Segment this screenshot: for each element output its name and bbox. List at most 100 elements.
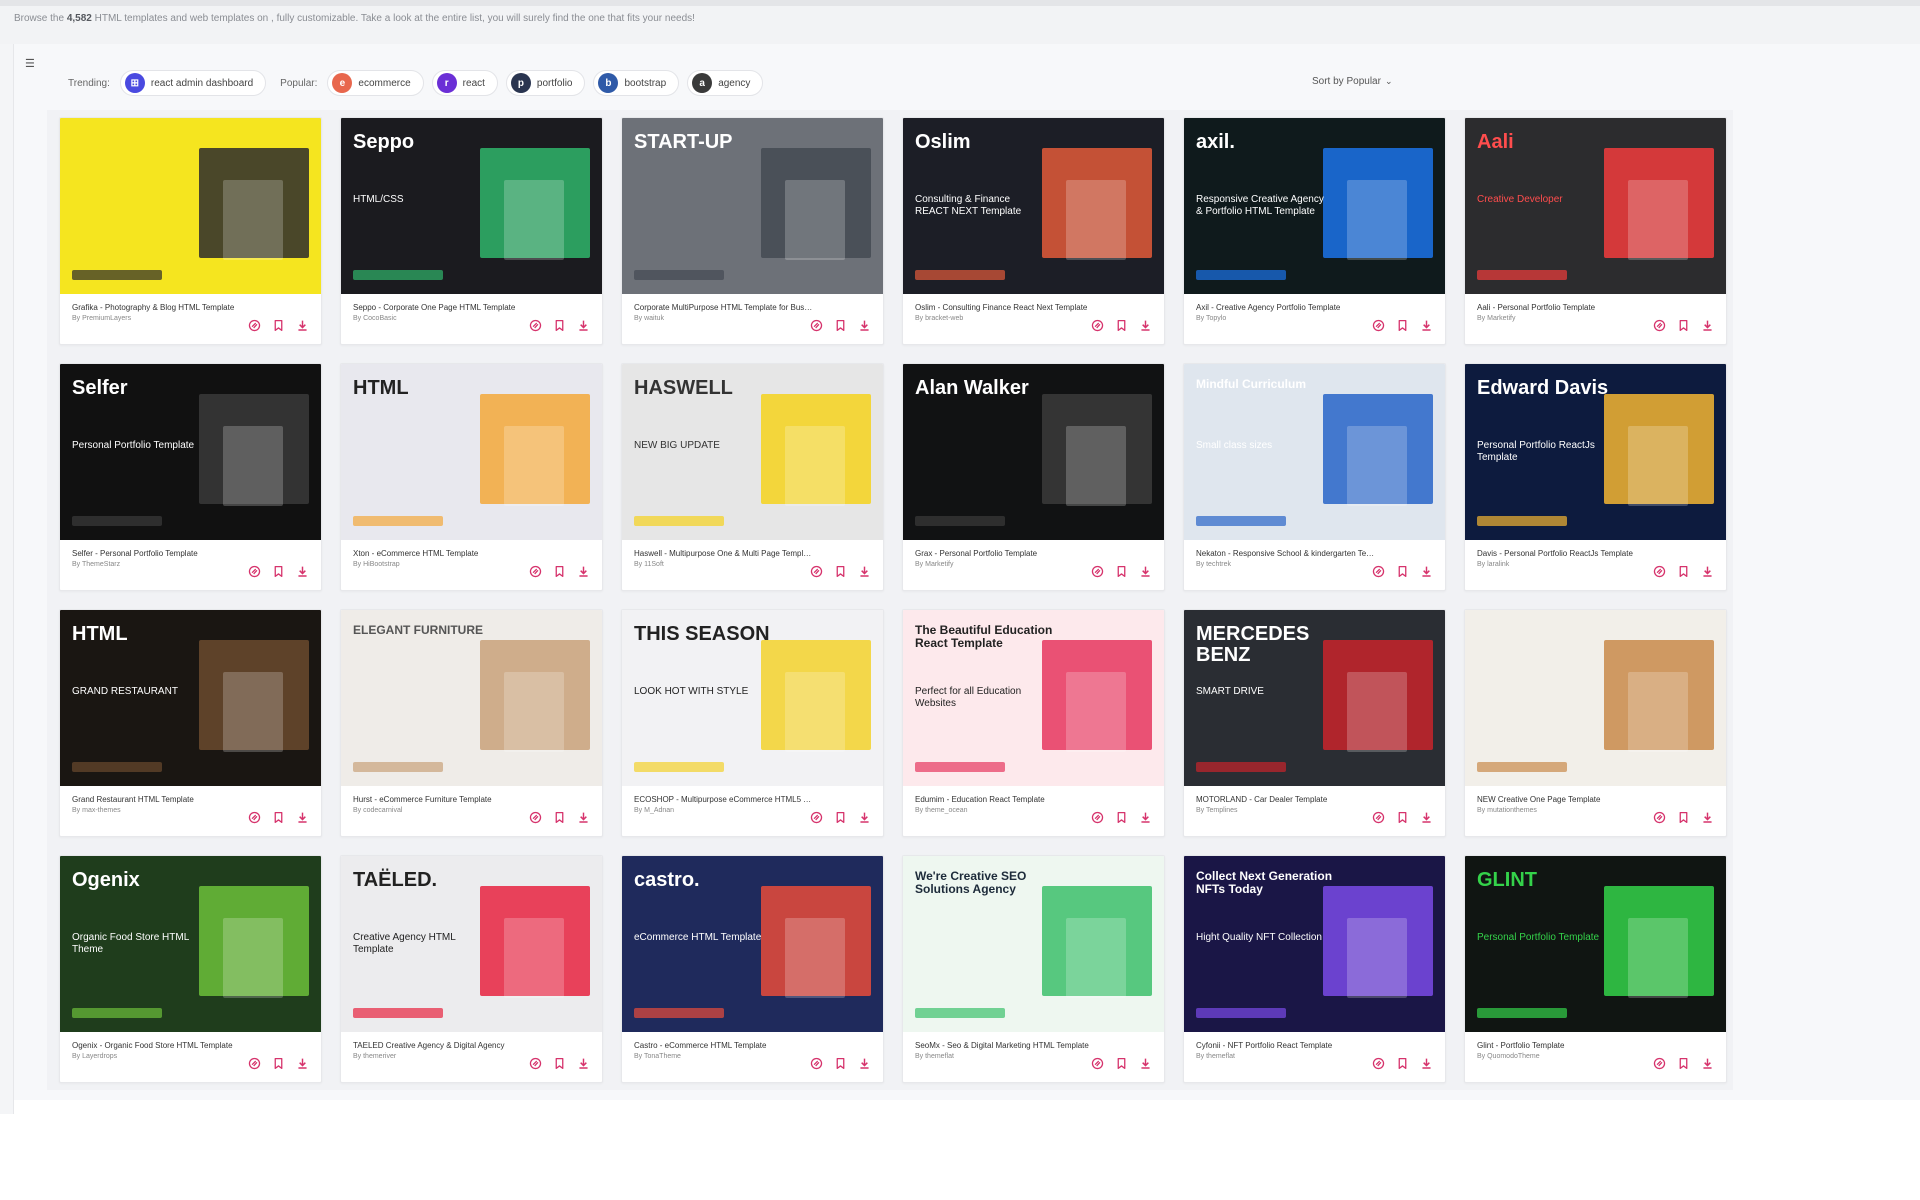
bookmark-icon[interactable] — [1395, 564, 1409, 578]
template-thumbnail[interactable]: Mindful Curriculum Small class sizes — [1184, 364, 1445, 540]
template-thumbnail[interactable]: Selfer Personal Portfolio Template — [60, 364, 321, 540]
live-preview-icon[interactable] — [1652, 564, 1666, 578]
template-author[interactable]: By Marketify — [1477, 315, 1657, 322]
bookmark-icon[interactable] — [271, 318, 285, 332]
template-card[interactable]: axil. Responsive Creative Agency & Portfo… — [1183, 117, 1446, 345]
popular-chip-react[interactable]: r react — [431, 70, 498, 96]
template-card[interactable]: Mindful Curriculum Small class sizes Nekat… — [1183, 363, 1446, 591]
template-card[interactable]: Seppo HTML/CSS Seppo - Corporate One Page … — [340, 117, 603, 345]
template-card[interactable]: Grafika - Photography & Blog HTML Templa… — [59, 117, 322, 345]
template-author[interactable]: By themeflat — [1196, 1053, 1376, 1060]
template-author[interactable]: By max-themes — [72, 807, 252, 814]
download-icon[interactable] — [295, 564, 309, 578]
template-author[interactable]: By mutationthemes — [1477, 807, 1657, 814]
download-icon[interactable] — [857, 1056, 871, 1070]
template-name[interactable]: ECOSHOP - Multipurpose eCommerce HTML5 T… — [634, 795, 814, 804]
live-preview-icon[interactable] — [809, 810, 823, 824]
template-author[interactable]: By themeflat — [915, 1053, 1095, 1060]
template-card[interactable]: ELEGANT FURNITURE Hurst - eCommerce Furni… — [340, 609, 603, 837]
download-icon[interactable] — [576, 1056, 590, 1070]
download-icon[interactable] — [857, 318, 871, 332]
template-name[interactable]: Grand Restaurant HTML Template — [72, 795, 252, 804]
popular-chip-agency[interactable]: a agency — [687, 70, 764, 96]
template-name[interactable]: Ogenix - Organic Food Store HTML Templat… — [72, 1041, 252, 1050]
download-icon[interactable] — [295, 1056, 309, 1070]
live-preview-icon[interactable] — [809, 564, 823, 578]
template-card[interactable]: NEW Creative One Page Template By mutatio… — [1464, 609, 1727, 837]
template-thumbnail[interactable]: Edward Davis Personal Portfolio ReactJs T… — [1465, 364, 1726, 540]
download-icon[interactable] — [857, 810, 871, 824]
template-thumbnail[interactable]: Aali Creative Developer — [1465, 118, 1726, 294]
template-name[interactable]: Selfer - Personal Portfolio Template — [72, 549, 252, 558]
template-author[interactable]: By ThemeStarz — [72, 561, 252, 568]
bookmark-icon[interactable] — [1114, 810, 1128, 824]
trending-chip-react-admin-dashboard[interactable]: ⊞ react admin dashboard — [119, 70, 267, 96]
template-name[interactable]: Oslim - Consulting Finance React Next Te… — [915, 303, 1095, 312]
template-card[interactable]: We're Creative SEO Solutions Agency SeoMx… — [902, 855, 1165, 1083]
live-preview-icon[interactable] — [1652, 318, 1666, 332]
live-preview-icon[interactable] — [528, 1056, 542, 1070]
template-card[interactable]: HTML Xton - eCommerce HTML Template By HiB… — [340, 363, 603, 591]
download-icon[interactable] — [1138, 810, 1152, 824]
template-thumbnail[interactable]: axil. Responsive Creative Agency & Portfo… — [1184, 118, 1445, 294]
template-card[interactable]: HTML GRAND RESTAURANT Grand Restaurant HTM… — [59, 609, 322, 837]
popular-chip-bootstrap[interactable]: b bootstrap — [593, 70, 680, 96]
template-name[interactable]: Hurst - eCommerce Furniture Template — [353, 795, 533, 804]
download-icon[interactable] — [1419, 1056, 1433, 1070]
template-thumbnail[interactable]: We're Creative SEO Solutions Agency — [903, 856, 1164, 1032]
live-preview-icon[interactable] — [1090, 1056, 1104, 1070]
template-name[interactable]: NEW Creative One Page Template — [1477, 795, 1657, 804]
template-author[interactable]: By M_Adnan — [634, 807, 814, 814]
template-card[interactable]: Alan Walker Grax - Personal Portfolio Tem… — [902, 363, 1165, 591]
template-author[interactable]: By Templines — [1196, 807, 1376, 814]
live-preview-icon[interactable] — [247, 318, 261, 332]
bookmark-icon[interactable] — [1676, 564, 1690, 578]
template-card[interactable]: Ogenix Organic Food Store HTML Theme Ogeni… — [59, 855, 322, 1083]
bookmark-icon[interactable] — [1114, 318, 1128, 332]
template-thumbnail[interactable] — [60, 118, 321, 294]
template-author[interactable]: By waituk — [634, 315, 814, 322]
template-name[interactable]: Haswell - Multipurpose One & Multi Page … — [634, 549, 814, 558]
template-name[interactable]: Edumim - Education React Template — [915, 795, 1095, 804]
bookmark-icon[interactable] — [833, 1056, 847, 1070]
template-author[interactable]: By Layerdrops — [72, 1053, 252, 1060]
template-name[interactable]: Glint - Portfolio Template — [1477, 1041, 1657, 1050]
template-thumbnail[interactable]: START-UP — [622, 118, 883, 294]
bookmark-icon[interactable] — [552, 318, 566, 332]
bookmark-icon[interactable] — [271, 810, 285, 824]
live-preview-icon[interactable] — [247, 810, 261, 824]
live-preview-icon[interactable] — [1090, 810, 1104, 824]
bookmark-icon[interactable] — [833, 564, 847, 578]
template-card[interactable]: TAËLED. Creative Agency HTML Template TAEL… — [340, 855, 603, 1083]
template-author[interactable]: By CocoBasic — [353, 315, 533, 322]
live-preview-icon[interactable] — [1652, 1056, 1666, 1070]
bookmark-icon[interactable] — [1676, 1056, 1690, 1070]
template-card[interactable]: castro. eCommerce HTML Template Castro - e… — [621, 855, 884, 1083]
live-preview-icon[interactable] — [1371, 564, 1385, 578]
template-author[interactable]: By codecarnival — [353, 807, 533, 814]
template-card[interactable]: HASWELL NEW BIG UPDATE Haswell - Multipurp… — [621, 363, 884, 591]
template-name[interactable]: Castro - eCommerce HTML Template — [634, 1041, 814, 1050]
template-author[interactable]: By PremiumLayers — [72, 315, 252, 322]
live-preview-icon[interactable] — [1090, 564, 1104, 578]
template-author[interactable]: By bracket-web — [915, 315, 1095, 322]
live-preview-icon[interactable] — [1090, 318, 1104, 332]
bookmark-icon[interactable] — [833, 810, 847, 824]
template-thumbnail[interactable]: castro. eCommerce HTML Template — [622, 856, 883, 1032]
template-card[interactable]: Selfer Personal Portfolio Template Selfer … — [59, 363, 322, 591]
live-preview-icon[interactable] — [1652, 810, 1666, 824]
bookmark-icon[interactable] — [1395, 1056, 1409, 1070]
download-icon[interactable] — [1419, 810, 1433, 824]
bookmark-icon[interactable] — [552, 564, 566, 578]
download-icon[interactable] — [1419, 318, 1433, 332]
bookmark-icon[interactable] — [1395, 810, 1409, 824]
template-thumbnail[interactable]: Seppo HTML/CSS — [341, 118, 602, 294]
template-thumbnail[interactable]: ELEGANT FURNITURE — [341, 610, 602, 786]
download-icon[interactable] — [1419, 564, 1433, 578]
bookmark-icon[interactable] — [1395, 318, 1409, 332]
template-name[interactable]: Nekaton - Responsive School & kindergart… — [1196, 549, 1376, 558]
download-icon[interactable] — [576, 318, 590, 332]
popular-chip-ecommerce[interactable]: e ecommerce — [327, 70, 424, 96]
live-preview-icon[interactable] — [1371, 318, 1385, 332]
template-author[interactable]: By laralink — [1477, 561, 1657, 568]
